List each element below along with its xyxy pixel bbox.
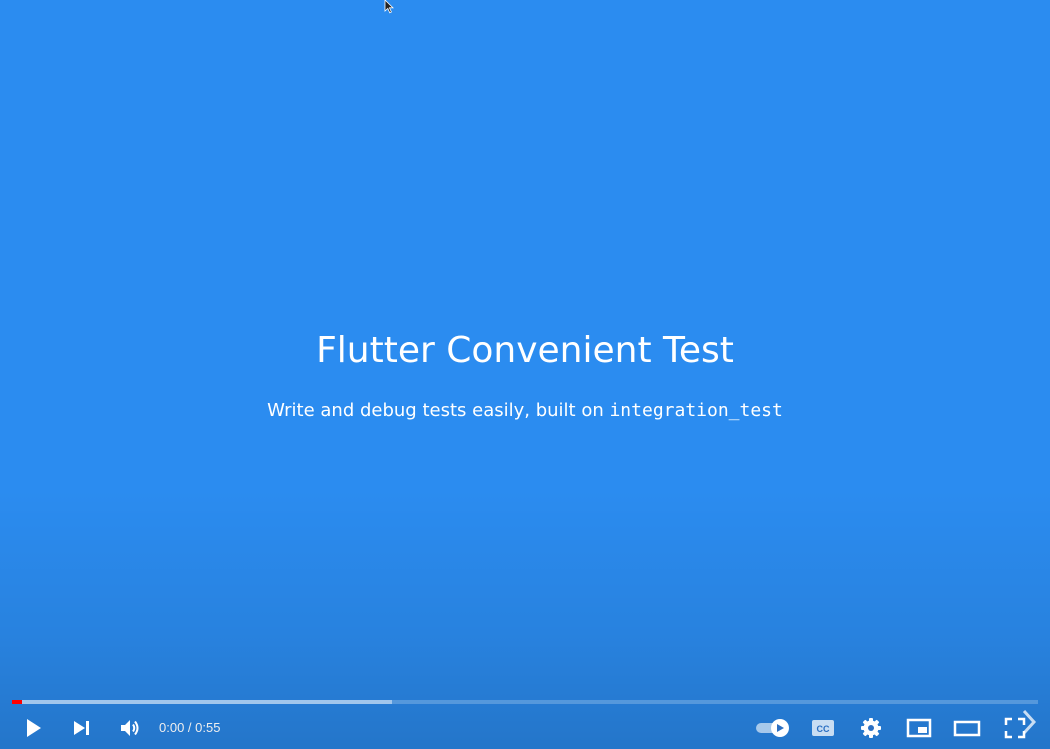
svg-text:CC: CC <box>817 724 830 734</box>
next-icon <box>74 721 89 735</box>
theater-icon <box>953 720 981 737</box>
time-display: 0:00 / 0:55 <box>159 707 220 749</box>
mouse-cursor-icon <box>384 0 394 14</box>
slide-subtitle: Write and debug tests easily, built on i… <box>0 400 1050 421</box>
next-video-chevron[interactable] <box>1016 704 1042 740</box>
autoplay-toggle[interactable] <box>752 707 792 749</box>
autoplay-toggle-icon <box>756 719 789 737</box>
video-player[interactable]: Flutter Convenient Test Write and debug … <box>0 0 1050 749</box>
settings-button[interactable] <box>855 707 887 749</box>
play-icon <box>27 719 41 737</box>
slide-subtitle-code: integration_test <box>609 400 783 421</box>
next-button[interactable] <box>66 707 98 749</box>
current-time: 0:00 <box>159 720 185 735</box>
miniplayer-button[interactable] <box>902 707 936 749</box>
progress-loaded <box>12 700 392 704</box>
progress-played <box>12 700 22 704</box>
time-separator: / <box>184 720 196 735</box>
slide-subtitle-text: Write and debug tests easily, built on <box>267 400 610 421</box>
play-button[interactable] <box>16 707 50 749</box>
mute-button[interactable] <box>114 707 146 749</box>
slide-title: Flutter Convenient Test <box>316 330 734 371</box>
control-bar: 0:00 / 0:55 CC <box>0 707 1050 749</box>
duration: 0:55 <box>195 720 221 735</box>
next-chevron-icon <box>1022 709 1037 735</box>
volume-icon <box>121 720 139 736</box>
progress-bar[interactable] <box>12 700 1038 704</box>
captions-icon: CC <box>812 720 834 736</box>
miniplayer-icon <box>906 718 932 738</box>
captions-button[interactable]: CC <box>806 707 840 749</box>
settings-icon <box>861 718 881 738</box>
theater-mode-button[interactable] <box>950 707 984 749</box>
